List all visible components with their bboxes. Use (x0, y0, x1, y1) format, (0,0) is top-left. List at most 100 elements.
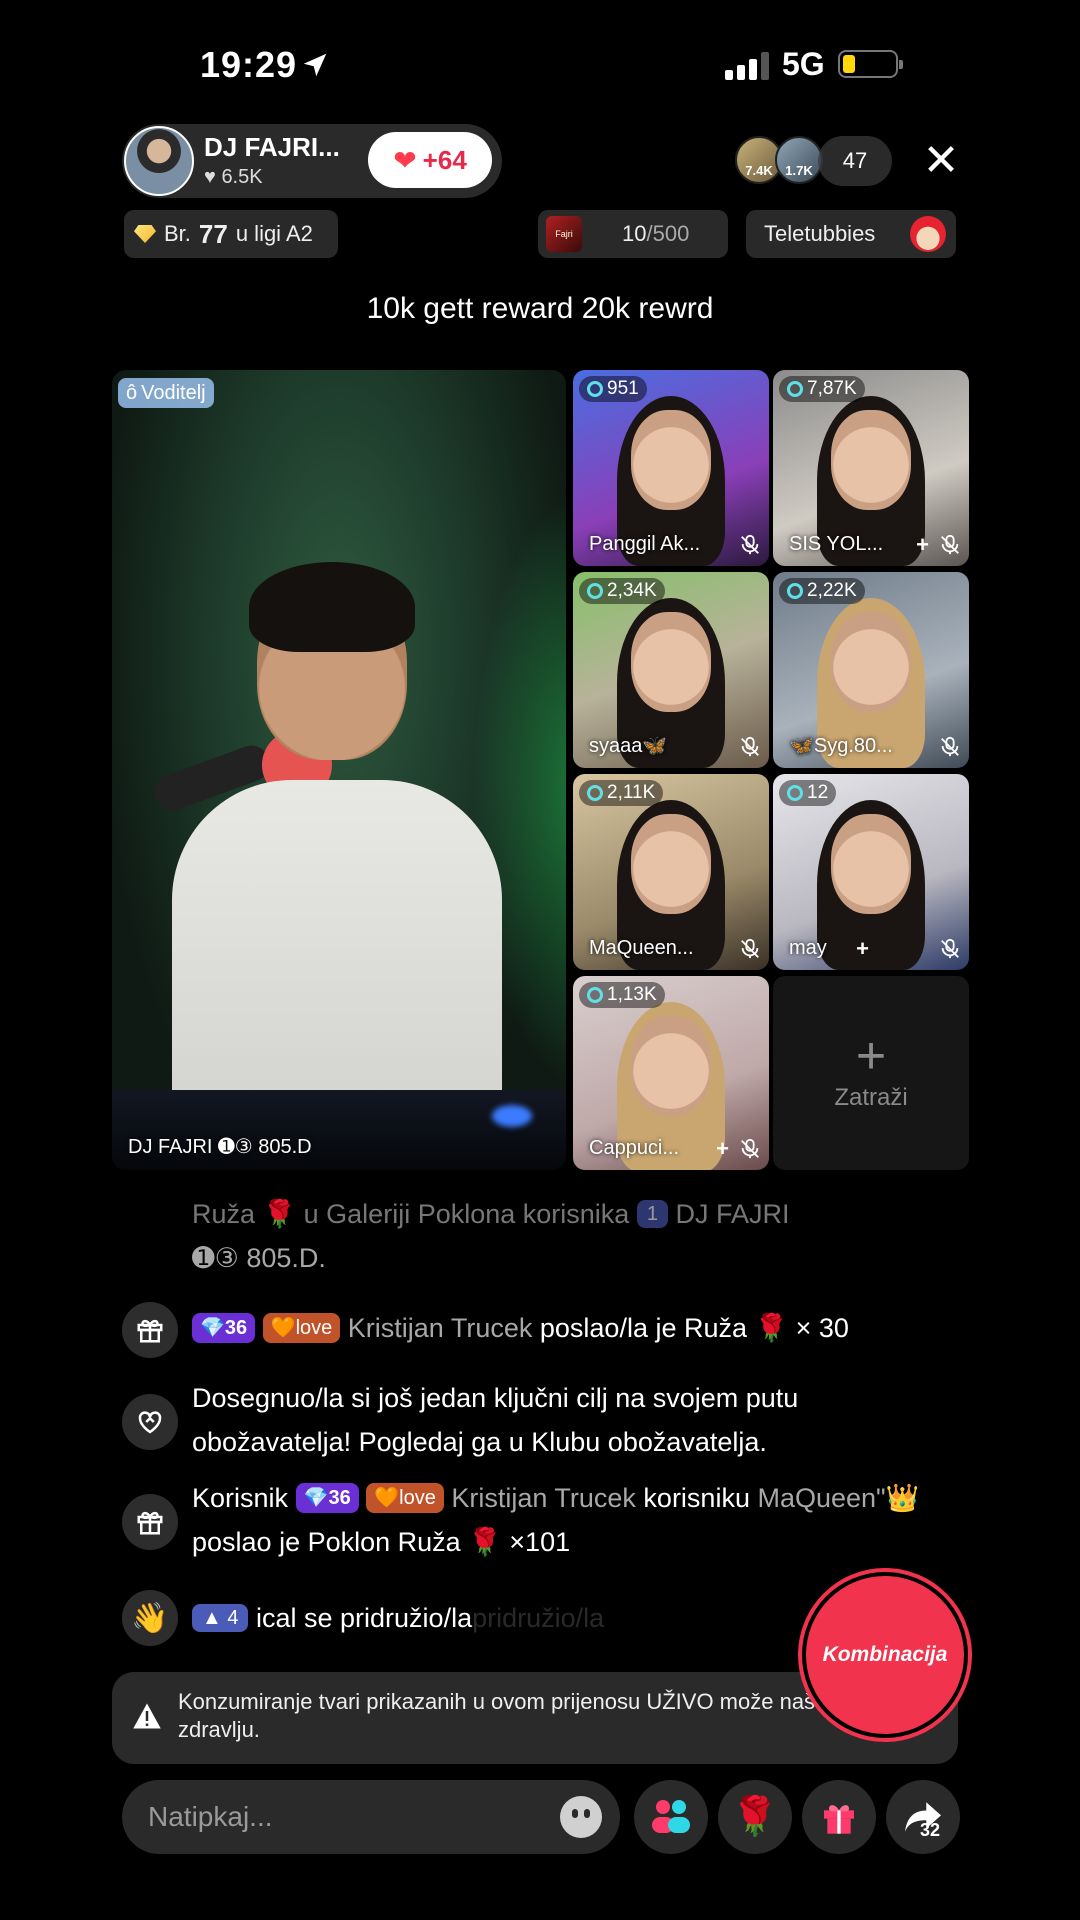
add-guest-icon[interactable]: + (856, 936, 869, 962)
guest-viewer-count: 2,34K (579, 578, 665, 604)
host-video[interactable]: ô Voditelj DJ FAJRI ➊③ 805.D (112, 370, 566, 1170)
heart-small-icon: ♥ (204, 166, 222, 188)
guest-tile[interactable]: 12 may + (773, 774, 969, 970)
guest-name: syaaa🦋 (589, 735, 668, 757)
chat-text: poslao/la je Ruža 🌹 × 30 (539, 1313, 849, 1343)
chat-text: Ruža 🌹 u Galeriji Poklona korisnika (192, 1199, 630, 1229)
guest-name: may (789, 937, 827, 959)
gift-button[interactable] (802, 1780, 876, 1854)
chat-username[interactable]: Kristijan Trucek (451, 1483, 636, 1513)
viewer-count-badge: 7.4K (745, 163, 773, 178)
follow-count: +64 (422, 144, 467, 175)
host-likes: ♥ 6.5K (204, 166, 263, 189)
warning-text: Konzumiranje tvari prikazanih u ovom pri… (178, 1689, 856, 1742)
league-prefix: Br. (164, 221, 191, 246)
fan-club-heart-icon (122, 1394, 178, 1450)
chat-text: Korisnik (192, 1483, 289, 1513)
viewers-icon (787, 785, 803, 801)
plus-icon: + (855, 1027, 887, 1085)
goal-progress: 10/500 (622, 221, 689, 247)
rose-gift-button[interactable]: 🌹 (718, 1780, 792, 1854)
league-rank: 77 (198, 218, 228, 249)
guest-name: 🦋Syg.80... (789, 735, 893, 757)
announcement: 10k gett reward 20k rewrd (366, 292, 714, 325)
guest-viewer-count: 951 (579, 376, 647, 402)
rose-icon: 🌹 (731, 1796, 779, 1838)
viewers-icon (787, 381, 803, 397)
love-badge: 🧡love (262, 1313, 341, 1343)
emoji-icon[interactable] (560, 1796, 602, 1838)
status-bar: 19:29 5G (0, 0, 1080, 130)
host-avatar[interactable] (124, 126, 194, 196)
mic-muted-icon (941, 938, 959, 959)
status-time: 19:29 (200, 44, 298, 85)
chat-username[interactable]: Kristijan Trucek (348, 1313, 533, 1343)
guests-icon (652, 1800, 690, 1833)
add-guest-icon[interactable]: + (716, 1136, 729, 1162)
viewers-icon (787, 583, 803, 599)
chat-text: Dosegnuo/la si još jedan ključni cilj na… (192, 1383, 799, 1457)
viewers-icon (587, 785, 603, 801)
guest-tile[interactable]: 951 Panggil Ak... (573, 370, 769, 566)
league-suffix: u ligi A2 (235, 221, 313, 246)
add-guest-icon[interactable]: + (916, 532, 929, 558)
goal-thumbnail: Fajri (546, 216, 582, 252)
share-count: 32 (920, 1820, 941, 1840)
share-button[interactable] (886, 1780, 960, 1854)
host-info[interactable]: DJ FAJRI... ♥ 6.5K ❤ +64 (122, 124, 502, 198)
viewers-icon (587, 381, 603, 397)
love-badge: 🧡love (366, 1483, 444, 1513)
warning-icon (133, 1703, 161, 1729)
comment-box[interactable] (122, 1780, 620, 1854)
battery-icon (838, 50, 903, 78)
top-viewers[interactable]: 7.4K 1.7K (735, 136, 825, 186)
request-label: Zatraži (834, 1084, 908, 1111)
host-badge-label: Voditelj (141, 381, 206, 404)
gift-box-icon (824, 1805, 854, 1834)
close-button[interactable]: ✕ (918, 138, 964, 184)
mic-muted-icon (941, 736, 959, 757)
chat-username[interactable]: MaQueen"👑 (757, 1483, 919, 1513)
viewer-count-badge: 1.7K (785, 163, 813, 178)
chat-text: ➊③ 805.D. (192, 1243, 326, 1273)
league-rank-chip[interactable]: Br. 77 u ligi A2 (124, 210, 338, 258)
goal-target: /500 (646, 221, 690, 246)
follow-button[interactable]: ❤ +64 (368, 132, 492, 188)
gift-icon (122, 1302, 178, 1358)
combo-button[interactable]: Kombinacija (806, 1576, 964, 1734)
teletubbies-chip[interactable]: Teletubbies (746, 210, 956, 258)
viewer-avatar[interactable]: 1.7K (775, 136, 823, 184)
mic-muted-icon (741, 938, 759, 959)
comment-input[interactable] (148, 1780, 528, 1854)
level-badge: 1 (636, 1200, 668, 1228)
chat-text: ical se pridružio/la (256, 1603, 473, 1633)
guest-tile[interactable]: 2,34K syaaa🦋 (573, 572, 769, 768)
network-type: 5G (782, 46, 825, 82)
guest-name: SIS YOL... (789, 533, 884, 555)
gift-icon (122, 1494, 178, 1550)
guest-name: Cappuci... (589, 1137, 680, 1159)
chat-username[interactable]: DJ FAJRI (675, 1199, 789, 1229)
location-arrow-icon (303, 53, 327, 77)
guest-tile[interactable]: 2,11K MaQueen... (573, 774, 769, 970)
guest-tile[interactable]: 1,13K Cappuci... + (573, 976, 769, 1170)
teletubbies-icon (910, 216, 946, 252)
guest-viewer-count: 12 (779, 780, 837, 806)
guest-viewer-count: 1,13K (579, 982, 665, 1008)
chat-text-ghost: pridružio/la (472, 1603, 605, 1633)
chat-text: poslao je Poklon Ruža 🌹 ×101 (192, 1527, 571, 1557)
guest-tile[interactable]: 7,87K SIS YOL... + (773, 370, 969, 566)
viewers-icon (587, 987, 603, 1003)
host-badge-icon: ô (126, 381, 138, 404)
goal-chip[interactable]: Fajri 10/500 (538, 210, 728, 258)
teletubbies-label: Teletubbies (764, 221, 876, 246)
chat-text: korisniku (643, 1483, 750, 1513)
host-hair (249, 562, 415, 652)
gem-badge: 💎36 (192, 1313, 256, 1343)
mic-muted-icon (741, 534, 759, 555)
request-join-button[interactable]: + Zatraži (773, 976, 969, 1170)
viewer-count[interactable]: 47 (818, 136, 892, 186)
multi-guest-button[interactable] (634, 1780, 708, 1854)
guest-tile[interactable]: 2,22K 🦋Syg.80... (773, 572, 969, 768)
wave-hand-icon: 👋 (122, 1590, 178, 1646)
